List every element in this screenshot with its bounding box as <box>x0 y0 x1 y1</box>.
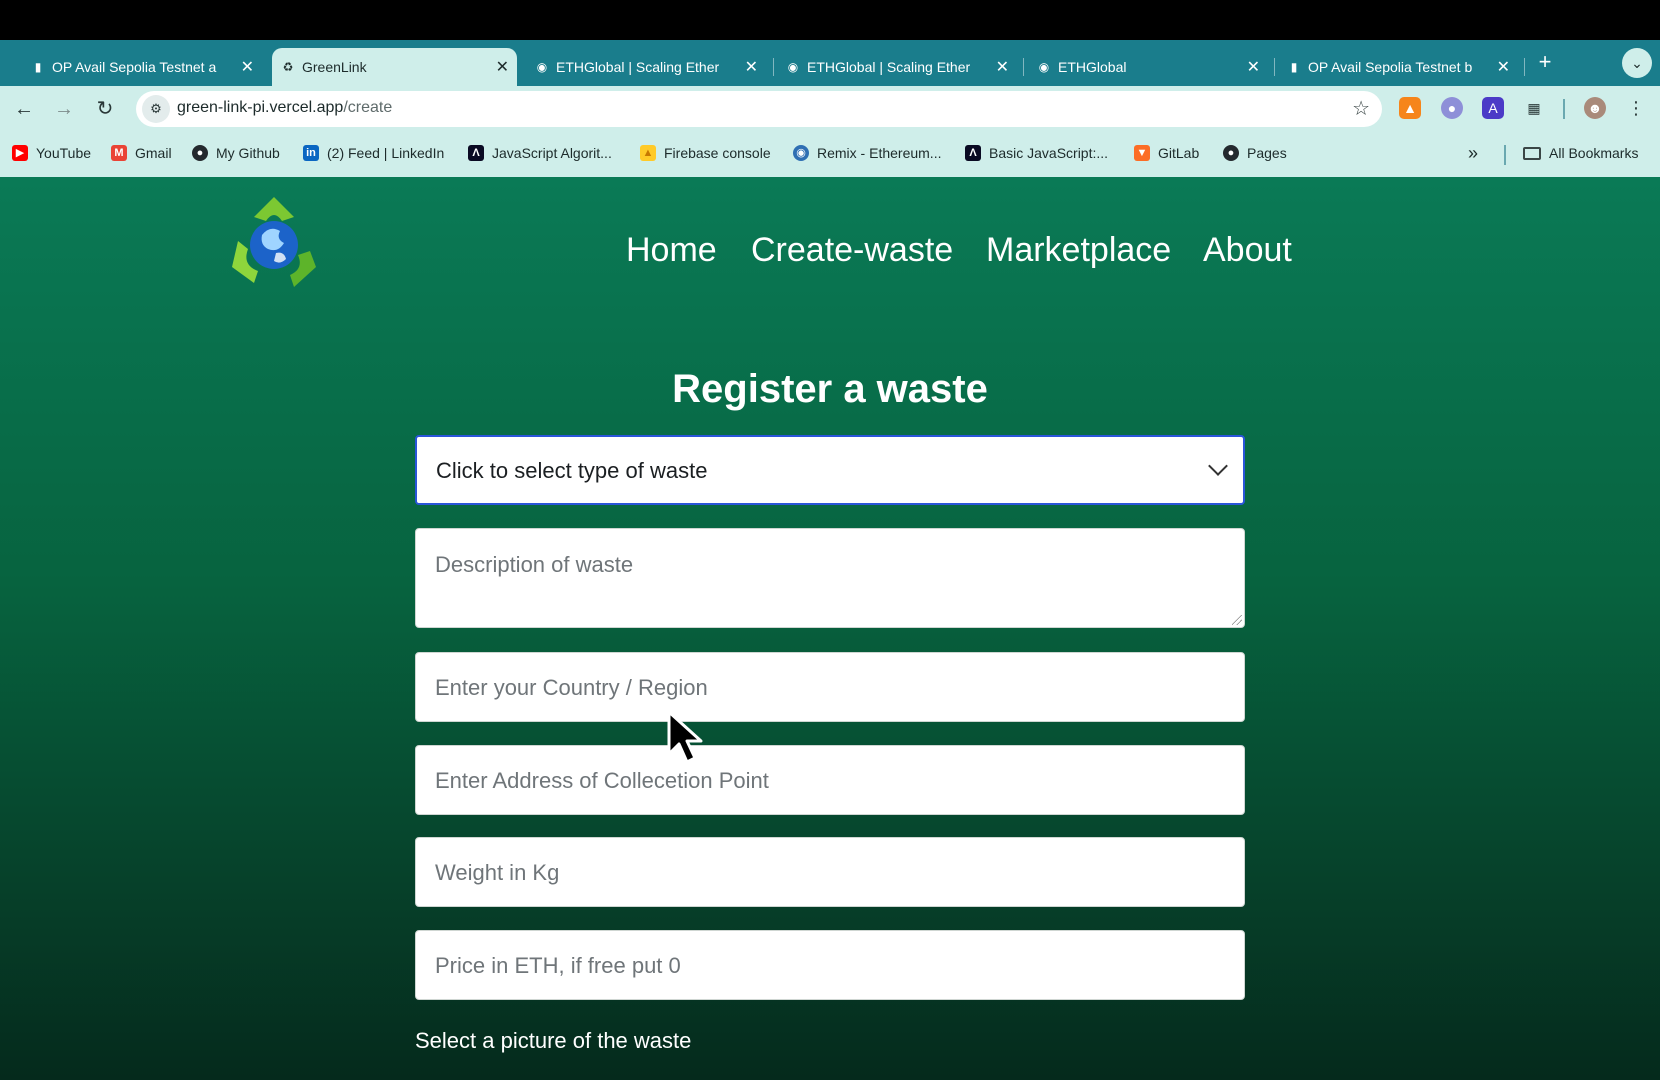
remix-icon: ◉ <box>793 145 809 161</box>
metamask-extension-icon[interactable]: ▲ <box>1399 97 1421 119</box>
firebase-icon: ▲ <box>640 145 656 161</box>
tab-ethglobal-1[interactable]: ◉ ETHGlobal | Scaling Ether ✕ <box>526 48 766 86</box>
bookmarks-separator <box>1504 145 1506 165</box>
toolbar-separator <box>1563 99 1565 119</box>
extensions-puzzle-icon[interactable]: ▦ <box>1523 97 1545 119</box>
tab-separator <box>773 58 774 76</box>
price-input[interactable]: Price in ETH, if free put 0 <box>415 930 1245 1000</box>
bookmarks-overflow-icon[interactable]: » <box>1468 143 1478 164</box>
ethglobal-icon: ◉ <box>536 60 548 74</box>
bookmark-my-github[interactable]: ● My Github <box>192 145 280 161</box>
tab-ethglobal-3[interactable]: ◉ ETHGlobal ✕ <box>1028 48 1268 86</box>
close-icon[interactable]: ✕ <box>745 57 758 77</box>
tab-op-avail-b[interactable]: ▮ OP Avail Sepolia Testnet b ✕ <box>1278 48 1518 86</box>
address-bar[interactable]: ⚙ green-link-pi.vercel.app/create ☆ <box>136 91 1382 127</box>
tab-greenlink[interactable]: ♻ GreenLink ✕ <box>272 48 517 86</box>
tab-separator <box>1524 58 1525 76</box>
tab-op-avail-a[interactable]: ▮ OP Avail Sepolia Testnet a ✕ <box>22 48 262 86</box>
bookmark-gmail[interactable]: M Gmail <box>111 145 172 161</box>
site-settings-icon[interactable]: ⚙ <box>142 95 170 123</box>
page-content: Home Create-waste Marketplace About Regi… <box>0 177 1660 1080</box>
waste-type-select[interactable]: Click to select type of waste <box>415 435 1245 505</box>
profile-avatar[interactable]: ☻ <box>1584 97 1606 119</box>
close-icon[interactable]: ✕ <box>1497 57 1510 77</box>
weight-input[interactable]: Weight in Kg <box>415 837 1245 907</box>
youtube-icon: ▶ <box>12 145 28 161</box>
screen-top-bar <box>0 0 1660 40</box>
browser-chrome: ▮ OP Avail Sepolia Testnet a ✕ ♻ GreenLi… <box>0 40 1660 177</box>
mouse-cursor-icon <box>667 710 703 764</box>
chevron-down-icon <box>1208 456 1228 476</box>
tab-strip: ▮ OP Avail Sepolia Testnet a ✕ ♻ GreenLi… <box>0 40 1660 86</box>
folder-icon <box>1523 146 1541 160</box>
bookmark-firebase[interactable]: ▲ Firebase console <box>640 145 771 161</box>
bookmark-remix[interactable]: ◉ Remix - Ethereum... <box>793 145 941 161</box>
collection-address-input[interactable]: Enter Address of Collecetion Point <box>415 745 1245 815</box>
url-text: green-link-pi.vercel.app/create <box>177 99 393 116</box>
freecodecamp-icon: Λ <box>965 145 981 161</box>
linkedin-icon: in <box>303 145 319 161</box>
gmail-icon: M <box>111 145 127 161</box>
bookmark-youtube[interactable]: ▶ YouTube <box>12 145 91 161</box>
nav-create-waste[interactable]: Create-waste <box>751 231 953 270</box>
bookmark-pages[interactable]: ● Pages <box>1223 145 1287 161</box>
bookmark-javascript-algorithms[interactable]: Λ JavaScript Algorit... <box>468 145 612 161</box>
freecodecamp-icon: Λ <box>468 145 484 161</box>
ethglobal-icon: ◉ <box>787 60 799 74</box>
resize-handle-icon[interactable] <box>1232 615 1242 625</box>
tab-separator <box>1274 58 1275 76</box>
close-icon[interactable]: ✕ <box>496 57 509 77</box>
bar-chart-icon: ▮ <box>1290 60 1298 74</box>
page-title: Register a waste <box>672 367 988 411</box>
forward-arrow-icon[interactable]: → <box>50 95 78 123</box>
bookmark-gitlab[interactable]: ▼ GitLab <box>1134 145 1199 161</box>
country-region-input[interactable]: Enter your Country / Region <box>415 652 1245 722</box>
tab-separator <box>1023 58 1024 76</box>
nav-home[interactable]: Home <box>626 231 717 270</box>
browser-toolbar: ← → ↻ ⚙ green-link-pi.vercel.app/create … <box>0 86 1660 132</box>
picture-label: Select a picture of the waste <box>415 1028 692 1053</box>
recycle-icon: ♻ <box>282 60 294 74</box>
bar-chart-icon: ▮ <box>34 60 42 74</box>
more-menu-icon[interactable]: ⋮ <box>1625 97 1647 119</box>
github-icon: ● <box>1223 145 1239 161</box>
nav-marketplace[interactable]: Marketplace <box>986 231 1171 270</box>
close-icon[interactable]: ✕ <box>996 57 1009 77</box>
close-icon[interactable]: ✕ <box>241 57 254 77</box>
tab-ethglobal-2[interactable]: ◉ ETHGlobal | Scaling Ether ✕ <box>777 48 1017 86</box>
bookmark-basic-javascript[interactable]: Λ Basic JavaScript:... <box>965 145 1108 161</box>
new-tab-button[interactable]: + <box>1534 51 1556 73</box>
wallet-extension-icon[interactable]: A <box>1482 97 1504 119</box>
bookmark-linkedin[interactable]: in (2) Feed | LinkedIn <box>303 145 444 161</box>
tab-search-button[interactable]: ⌄ <box>1622 48 1652 78</box>
close-icon[interactable]: ✕ <box>1247 57 1260 77</box>
gitlab-icon: ▼ <box>1134 145 1150 161</box>
all-bookmarks-button[interactable]: All Bookmarks <box>1523 145 1638 161</box>
nav-about[interactable]: About <box>1203 231 1292 270</box>
back-arrow-icon[interactable]: ← <box>10 95 38 123</box>
greenlink-logo[interactable] <box>224 195 324 295</box>
github-icon: ● <box>192 145 208 161</box>
description-textarea[interactable]: Description of waste <box>415 528 1245 628</box>
reload-icon[interactable]: ↻ <box>91 95 119 123</box>
bookmarks-bar: ▶ YouTube M Gmail ● My Github in (2) Feed | … <box>0 132 1660 177</box>
extension-icon[interactable]: ● <box>1441 97 1463 119</box>
ethglobal-icon: ◉ <box>1038 60 1050 74</box>
bookmark-star-icon[interactable]: ☆ <box>1352 96 1370 121</box>
